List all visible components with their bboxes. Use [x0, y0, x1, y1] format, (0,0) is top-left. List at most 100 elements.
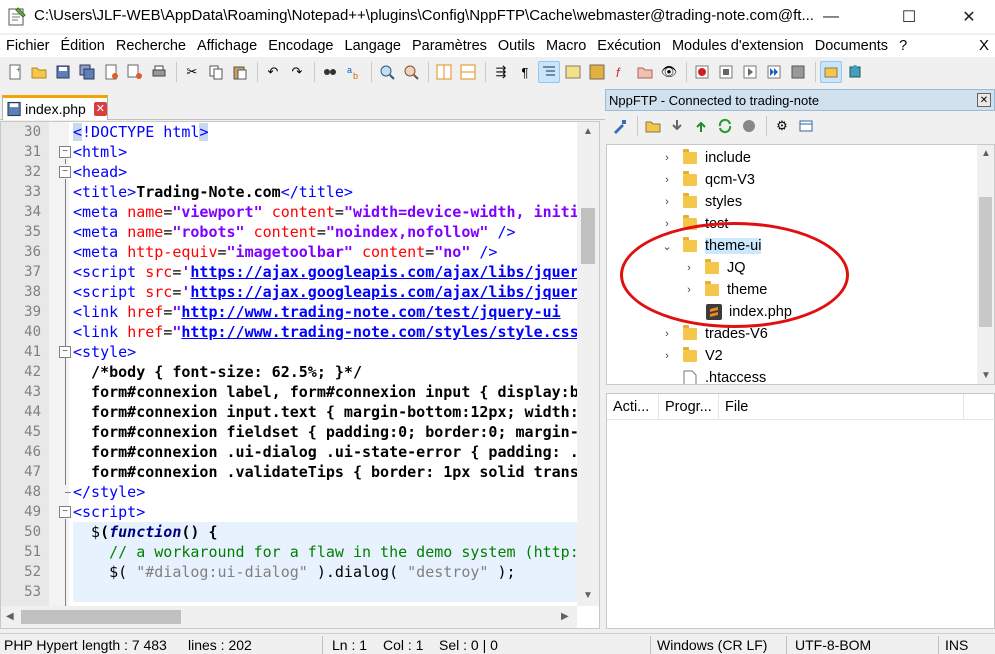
new-file-icon[interactable]: +: [4, 61, 26, 83]
menu-macro[interactable]: Macro: [540, 38, 586, 54]
tree-item-qcm-v3[interactable]: › qcm-V3: [661, 169, 755, 191]
function-list-icon[interactable]: f: [610, 61, 632, 83]
code-line-38: <script src='https://ajax.googleapis.com…: [73, 283, 577, 301]
chevron-right-icon[interactable]: ›: [661, 218, 673, 230]
save-icon[interactable]: [52, 61, 74, 83]
fold-toggle-icon[interactable]: −: [59, 146, 71, 158]
menu-help[interactable]: ?: [893, 38, 907, 54]
line-number: 30: [24, 124, 41, 140]
code-line-40: <link href="http://www.trading-note.com/…: [73, 323, 577, 341]
chevron-right-icon[interactable]: ›: [661, 196, 673, 208]
ftp-open-folder-icon[interactable]: [642, 115, 664, 137]
close-window-button[interactable]: ✕: [946, 0, 992, 33]
line-number: 45: [24, 424, 41, 440]
redo-icon[interactable]: ↷: [286, 61, 308, 83]
tree-item-htaccess[interactable]: .htaccess: [683, 367, 766, 384]
line-number: 35: [24, 224, 41, 240]
open-file-icon[interactable]: [28, 61, 50, 83]
main-toolbar: + ✂ ↶ ↷ ab ⇶ ¶ f 👁: [0, 58, 995, 86]
editor-vscroll-thumb[interactable]: [581, 208, 595, 264]
minimize-button[interactable]: —: [808, 0, 854, 33]
indent-guide-icon[interactable]: [538, 61, 560, 83]
close-file-icon[interactable]: [100, 61, 122, 83]
save-all-icon[interactable]: [76, 61, 98, 83]
plugin-puzzle-icon[interactable]: [844, 61, 866, 83]
chevron-right-icon[interactable]: ›: [661, 174, 673, 186]
sync-vertical-icon[interactable]: [433, 61, 455, 83]
fold-toggle-icon[interactable]: −: [59, 346, 71, 358]
zoom-out-icon[interactable]: [400, 61, 422, 83]
monitoring-icon[interactable]: 👁: [658, 61, 680, 83]
replace-icon[interactable]: ab: [343, 61, 365, 83]
doc-map-icon[interactable]: [586, 61, 608, 83]
close-document-x[interactable]: X: [979, 37, 989, 54]
ftp-download-icon[interactable]: [666, 115, 688, 137]
show-all-chars-icon[interactable]: ¶: [514, 61, 536, 83]
word-wrap-icon[interactable]: ⇶: [490, 61, 512, 83]
menu-modules[interactable]: Modules d'extension: [666, 38, 804, 54]
menu-affichage[interactable]: Affichage: [191, 38, 257, 54]
chevron-right-icon[interactable]: ›: [661, 350, 673, 362]
chevron-right-icon[interactable]: ›: [661, 328, 673, 340]
nppftp-toggle-icon[interactable]: [820, 61, 842, 83]
tree-item-v2[interactable]: › V2: [661, 345, 723, 367]
red-highlight-ellipse: [620, 222, 849, 328]
tree-item-styles[interactable]: › styles: [661, 191, 742, 213]
line-number: 49: [24, 504, 41, 520]
queue-col-file[interactable]: File: [719, 393, 964, 420]
print-icon[interactable]: [148, 61, 170, 83]
queue-col-action[interactable]: Acti...: [607, 393, 659, 420]
find-icon[interactable]: [319, 61, 341, 83]
sync-horizontal-icon[interactable]: [457, 61, 479, 83]
menu-documents[interactable]: Documents: [809, 38, 888, 54]
tab-close-icon[interactable]: ✕: [93, 102, 107, 116]
code-line-52: $( "#dialog:ui-dialog" ).dialog( "destro…: [73, 563, 516, 581]
ftp-abort-icon[interactable]: [738, 115, 760, 137]
tree-vscroll-thumb[interactable]: [979, 197, 992, 327]
connect-icon[interactable]: [609, 115, 631, 137]
maximize-button[interactable]: ☐: [886, 0, 932, 33]
record-macro-icon[interactable]: [691, 61, 713, 83]
nppftp-close-icon[interactable]: ✕: [977, 93, 991, 107]
menu-edition[interactable]: Édition: [55, 38, 105, 54]
save-macro-icon[interactable]: [787, 61, 809, 83]
stop-macro-icon[interactable]: [715, 61, 737, 83]
undo-icon[interactable]: ↶: [262, 61, 284, 83]
ftp-message-window-icon[interactable]: [795, 115, 817, 137]
copy-icon[interactable]: [205, 61, 227, 83]
menu-langage[interactable]: Langage: [339, 38, 401, 54]
line-number: 39: [24, 304, 41, 320]
paste-icon[interactable]: [229, 61, 251, 83]
fold-toggle-icon[interactable]: −: [59, 166, 71, 178]
play-macro-icon[interactable]: [739, 61, 761, 83]
menu-encodage[interactable]: Encodage: [262, 38, 333, 54]
close-all-icon[interactable]: [124, 61, 146, 83]
line-number: 47: [24, 464, 41, 480]
udl-icon[interactable]: [562, 61, 584, 83]
cut-icon[interactable]: ✂: [181, 61, 203, 83]
notepad-plus-plus-window: C:\Users\JLF-WEB\AppData\Roaming\Notepad…: [0, 0, 995, 654]
queue-col-progress[interactable]: Progr...: [659, 393, 719, 420]
fold-toggle-icon[interactable]: −: [59, 506, 71, 518]
menu-outils[interactable]: Outils: [492, 38, 535, 54]
tree-vertical-scrollbar[interactable]: ▲ ▼: [977, 145, 994, 384]
ftp-upload-icon[interactable]: [690, 115, 712, 137]
zoom-in-icon[interactable]: [376, 61, 398, 83]
menu-execution[interactable]: Exécution: [591, 38, 661, 54]
ftp-refresh-icon[interactable]: [714, 115, 736, 137]
code-line-47: form#connexion .validateTips { border: 1…: [91, 463, 577, 481]
code-area[interactable]: <!DOCTYPE html> <html> <head> <title>Tra…: [73, 122, 577, 606]
code-editor[interactable]: 30 31 32 33 34 35 36 37 38 39 40 41 42 43 44 45 46 47 48 49…: [0, 121, 600, 629]
menu-parametres[interactable]: Paramètres: [406, 38, 487, 54]
tab-index-php[interactable]: index.php ✕: [2, 95, 108, 120]
editor-vertical-scrollbar[interactable]: ▲ ▼: [577, 122, 599, 606]
editor-hscroll-thumb[interactable]: [21, 610, 181, 624]
chevron-right-icon[interactable]: ›: [661, 152, 673, 164]
ftp-settings-icon[interactable]: ⚙: [771, 115, 793, 137]
menu-fichier[interactable]: Fichier: [0, 38, 50, 54]
run-macro-multiple-icon[interactable]: [763, 61, 785, 83]
menu-recherche[interactable]: Recherche: [110, 38, 186, 54]
editor-horizontal-scrollbar[interactable]: ◀ ▶: [1, 606, 577, 628]
tree-item-include[interactable]: › include: [661, 147, 751, 169]
folder-workspace-icon[interactable]: [634, 61, 656, 83]
